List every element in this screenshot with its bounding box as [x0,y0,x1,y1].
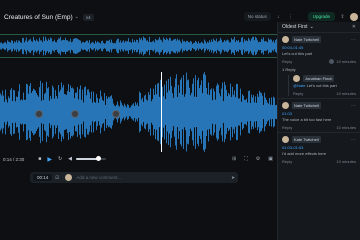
comment-text: Let's cut this part [282,51,313,56]
avatar [293,75,300,82]
header-actions: No status ↓ ⋮ Upgrade ⇪ [243,12,358,21]
share-icon[interactable]: ⇪ [338,12,347,21]
time-ago: 10 minutes [336,59,356,64]
sidebar-header: Oldest First ⌄ ✕ [278,22,360,32]
speed-icon[interactable]: ⚙ [256,156,260,162]
chevron-down-icon[interactable]: ⌄ [75,14,79,20]
reply-button[interactable]: Reply [282,159,292,164]
close-icon[interactable]: ✕ [352,24,356,30]
reply-count-toggle[interactable]: 1 Reply [282,67,356,72]
header: Creatures of Sun (Emp) ⌄ v4 [0,0,277,34]
comment-timestamp[interactable]: 01:03 [282,111,356,116]
reply-button[interactable]: Reply [282,125,292,130]
volume-slider[interactable] [76,156,106,161]
comment-time[interactable]: 00:14 [33,174,53,181]
comment-item[interactable]: Nate Twitchell ⋯ 00:04-01:45 Let's cut t… [278,32,360,98]
comment-marker[interactable] [112,110,120,118]
comment-input-bar[interactable]: 00:14 ☑ Add a new comment... ➤ [30,172,238,183]
comments-sidebar: Oldest First ⌄ ✕ Nate Twitchell ⋯ 00:04-… [277,22,360,240]
checkbox-icon[interactable]: ☑ [55,175,59,181]
playhead[interactable] [161,72,162,152]
time-ago: 10 minutes [336,159,356,164]
comments-icon[interactable]: ▣ [268,156,273,162]
track-title[interactable]: Creatures of Sun (Emp) [4,14,73,21]
more-icon[interactable]: ⋯ [351,137,356,143]
time-ago: 10 minutes [336,91,356,96]
upgrade-button[interactable]: Upgrade [307,12,335,21]
comment-text: Let's cut this part [306,83,337,88]
overview-waveform[interactable] [0,34,277,58]
volume-icon[interactable]: ◀ [68,156,72,162]
more-icon[interactable]: ⋯ [351,37,356,43]
comment-item[interactable]: Nate Twitchell ⋯ 01:03 The voice a bit t… [278,98,360,132]
loop-icon[interactable]: ↻ [58,156,62,162]
avatar [65,174,73,181]
chevron-down-icon[interactable]: ⌄ [310,24,314,30]
transport-bar: 0:14 / 2:30 ■ ▶ ↻ ◀ ⊞ ⛶ ⚙ ▣ [0,152,277,166]
comment-author: Nate Twitchell [292,36,321,43]
play-icon[interactable]: ▶ [47,156,52,163]
fullscreen-icon[interactable]: ⛶ [244,156,248,162]
time-display: 0:14 / 2:30 [3,156,25,162]
comment-marker[interactable] [35,110,43,118]
more-icon[interactable]: ⋯ [351,103,356,109]
avatar[interactable] [350,12,358,21]
stop-icon[interactable]: ■ [38,156,41,162]
comment-text: I'd add more effects here [282,151,327,156]
comment-author: Nate Twitchell [292,102,321,109]
version-badge[interactable]: v4 [82,13,94,21]
comment-timestamp[interactable]: 00:04-01:45 [282,45,356,50]
reaction-icon[interactable] [329,59,335,64]
comment-marker[interactable] [71,110,79,118]
reply-button[interactable]: Reply [293,91,303,96]
view-controls: ⊞ ⛶ ⚙ ▣ [232,156,273,162]
comment-text: The voice a bit too fast here [282,117,332,122]
avatar [282,36,289,43]
comment-author: Jonathan Finch [303,75,335,82]
status-dropdown[interactable]: No status [243,12,271,21]
sort-dropdown[interactable]: Oldest First [282,24,308,30]
time-ago: 10 minutes [336,125,356,130]
more-icon[interactable]: ⋮ [286,12,295,21]
comment-item[interactable]: Kate Twitchell ⋯ 01:03-01:53 I'd add mor… [278,132,360,166]
comment-author: Kate Twitchell [292,136,321,143]
avatar [282,102,289,109]
reply-button[interactable]: Reply [282,59,292,64]
grid-icon[interactable]: ⊞ [232,156,236,162]
app-window: Creatures of Sun (Emp) ⌄ v4 No status ↓ … [0,0,360,240]
send-icon[interactable]: ➤ [231,175,235,181]
comment-input[interactable]: Add a new comment... [76,175,121,180]
volume-knob[interactable] [96,156,101,161]
avatar [282,136,289,143]
comment-timestamp[interactable]: 01:03-01:53 [282,145,356,150]
mention[interactable]: @Nate [293,83,306,88]
reply-item[interactable]: Jonathan Finch @Nate Let's cut this part… [288,75,356,96]
overview-waveform-svg [0,36,277,56]
download-icon[interactable]: ↓ [274,12,283,21]
